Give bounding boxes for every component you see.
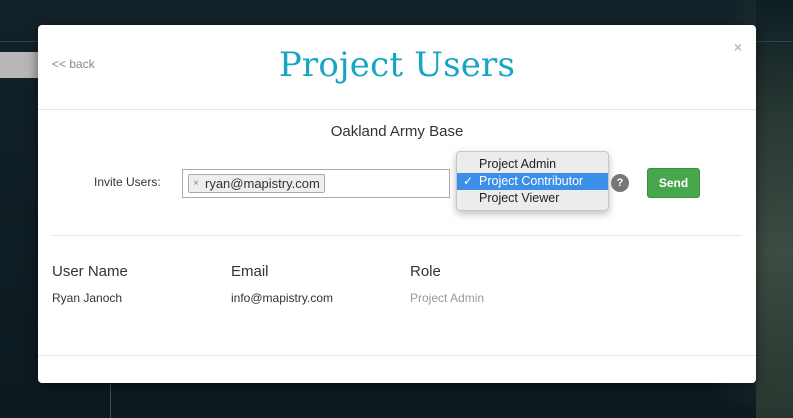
- invite-users-label: Invite Users:: [94, 175, 161, 189]
- map-vertical-line: [110, 384, 111, 418]
- role-option-label: Project Admin: [479, 157, 557, 171]
- column-header-email: Email: [231, 263, 269, 280]
- modal-header: << back Project Users ×: [38, 25, 756, 110]
- column-header-user-name: User Name: [52, 263, 128, 280]
- map-toolbar-fragment: [0, 52, 38, 78]
- project-users-modal: << back Project Users × Oakland Army Bas…: [38, 25, 756, 383]
- role-option-project-contributor[interactable]: ✓ Project Contributor: [457, 173, 608, 190]
- role-option-project-admin[interactable]: Project Admin: [457, 156, 608, 173]
- table-cell-email: info@mapistry.com: [231, 291, 333, 305]
- project-name: Oakland Army Base: [330, 123, 464, 140]
- checkmark-icon: ✓: [463, 174, 474, 188]
- modal-title: Project Users: [278, 45, 516, 85]
- column-header-role: Role: [410, 263, 441, 280]
- role-option-label: Project Contributor: [479, 174, 584, 188]
- send-button[interactable]: Send: [647, 168, 700, 198]
- invite-users-input[interactable]: × ryan@mapistry.com: [182, 169, 450, 198]
- remove-tag-icon[interactable]: ×: [193, 175, 199, 192]
- help-icon[interactable]: ?: [611, 174, 629, 192]
- role-option-project-viewer[interactable]: Project Viewer: [457, 190, 608, 207]
- table-cell-role: Project Admin: [410, 291, 485, 305]
- footer-divider: [38, 355, 756, 356]
- table-cell-user-name: Ryan Janoch: [52, 291, 123, 305]
- role-dropdown-menu[interactable]: Project Admin ✓ Project Contributor Proj…: [456, 151, 609, 211]
- section-divider: [52, 235, 742, 236]
- email-tag: × ryan@mapistry.com: [188, 174, 325, 193]
- role-option-label: Project Viewer: [479, 191, 560, 205]
- email-tag-label: ryan@mapistry.com: [205, 176, 320, 191]
- close-icon[interactable]: ×: [734, 39, 742, 55]
- map-satellite-strip: [756, 0, 793, 418]
